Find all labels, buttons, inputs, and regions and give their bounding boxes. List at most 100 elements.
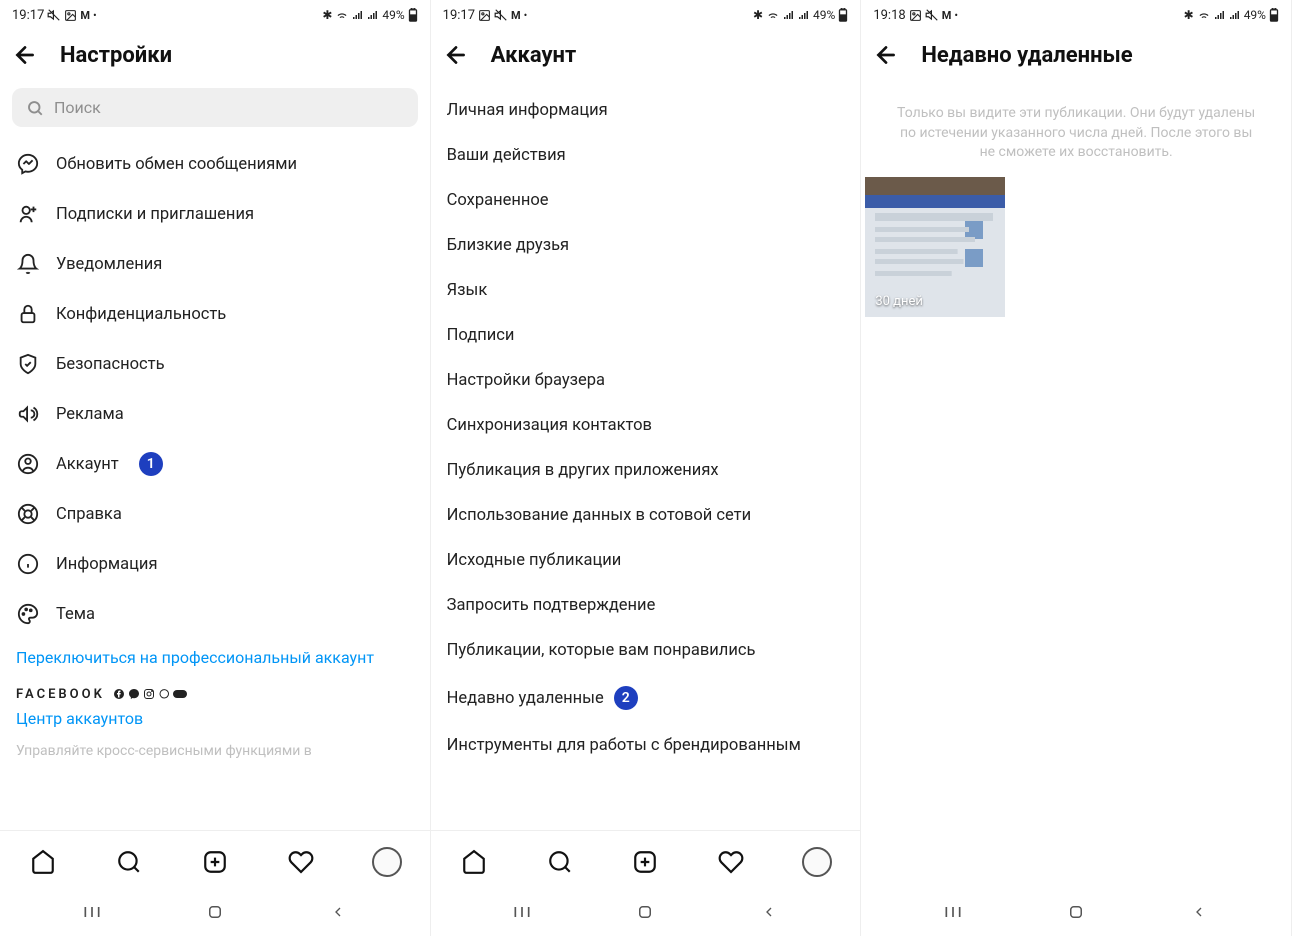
item-label: Реклама bbox=[56, 405, 124, 424]
item-label: Публикация в других приложениях bbox=[447, 461, 719, 480]
deleted-content: Только вы видите эти публикации. Они буд… bbox=[861, 88, 1291, 888]
account-item[interactable]: Синхронизация контактов bbox=[431, 403, 861, 448]
account-item[interactable]: Ваши действия bbox=[431, 133, 861, 178]
settings-item-help[interactable]: Справка bbox=[0, 489, 430, 539]
item-label: Подписи bbox=[447, 326, 515, 345]
item-label: Недавно удаленные bbox=[447, 689, 604, 708]
lock-icon bbox=[16, 302, 40, 326]
system-nav bbox=[431, 888, 861, 936]
sys-recent[interactable] bbox=[79, 899, 105, 925]
avatar-icon bbox=[802, 847, 832, 877]
battery-icon bbox=[1269, 8, 1279, 22]
item-label: Инструменты для работы с брендированным bbox=[447, 736, 801, 755]
more-icon: • bbox=[524, 9, 528, 22]
nav-search[interactable] bbox=[545, 847, 575, 877]
nav-profile[interactable] bbox=[802, 847, 832, 877]
sys-recent[interactable] bbox=[940, 899, 966, 925]
gmail-icon: M bbox=[80, 9, 90, 22]
item-label: Запросить подтверждение bbox=[447, 596, 656, 615]
back-button[interactable] bbox=[443, 42, 469, 68]
facebook-label: FACEBOOK bbox=[16, 687, 105, 702]
accounts-center-link[interactable]: Центр аккаунтов bbox=[0, 706, 430, 738]
bell-icon bbox=[16, 252, 40, 276]
sys-home[interactable] bbox=[1063, 899, 1089, 925]
account-item[interactable]: Запросить подтверждение bbox=[431, 583, 861, 628]
nav-activity[interactable] bbox=[716, 847, 746, 877]
deleted-thumbnail[interactable]: 30 дней bbox=[865, 177, 1005, 317]
switch-pro-link[interactable]: Переключиться на профессиональный аккаун… bbox=[0, 639, 430, 677]
item-label: Ваши действия bbox=[447, 146, 566, 165]
nav-add[interactable] bbox=[200, 847, 230, 877]
nav-activity[interactable] bbox=[286, 847, 316, 877]
info-icon bbox=[16, 552, 40, 576]
account-item[interactable]: Язык bbox=[431, 268, 861, 313]
account-item[interactable]: Исходные публикации bbox=[431, 538, 861, 583]
account-item[interactable]: Близкие друзья bbox=[431, 223, 861, 268]
sys-back[interactable] bbox=[325, 899, 351, 925]
status-time: 19:17 bbox=[443, 8, 475, 23]
item-label: Аккаунт bbox=[56, 455, 119, 474]
settings-item-follow[interactable]: Подписки и приглашения bbox=[0, 189, 430, 239]
account-item[interactable]: Публикации, которые вам понравились bbox=[431, 628, 861, 673]
item-label: Конфиденциальность bbox=[56, 305, 226, 324]
settings-item-security[interactable]: Безопасность bbox=[0, 339, 430, 389]
item-label: Публикации, которые вам понравились bbox=[447, 641, 756, 660]
account-item[interactable]: Подписи bbox=[431, 313, 861, 358]
step-badge-1: 1 bbox=[139, 452, 163, 476]
search-placeholder: Поиск bbox=[54, 98, 101, 117]
status-bar: 19:17 M • ✱ 49% bbox=[431, 0, 861, 26]
image-icon bbox=[909, 9, 922, 22]
back-button[interactable] bbox=[12, 42, 38, 68]
settings-item-messaging[interactable]: Обновить обмен сообщениями bbox=[0, 139, 430, 189]
wifi-icon bbox=[766, 8, 780, 22]
signal2-icon bbox=[367, 9, 379, 21]
settings-item-about[interactable]: Информация bbox=[0, 539, 430, 589]
sys-back[interactable] bbox=[756, 899, 782, 925]
settings-list: Обновить обмен сообщениями Подписки и пр… bbox=[0, 139, 430, 830]
nav-home[interactable] bbox=[459, 847, 489, 877]
settings-item-privacy[interactable]: Конфиденциальность bbox=[0, 289, 430, 339]
item-label: Близкие друзья bbox=[447, 236, 569, 255]
facebook-product-icons bbox=[113, 688, 187, 700]
nav-add[interactable] bbox=[630, 847, 660, 877]
item-label: Справка bbox=[56, 505, 122, 524]
item-label: Исходные публикации bbox=[447, 551, 622, 570]
palette-icon bbox=[16, 602, 40, 626]
account-item[interactable]: Недавно удаленные2 bbox=[431, 673, 861, 723]
account-list: Личная информация Ваши действия Сохраненно… bbox=[431, 88, 861, 830]
search-input[interactable]: Поиск bbox=[12, 88, 418, 127]
bluetooth-icon: ✱ bbox=[1184, 8, 1194, 22]
account-item[interactable]: Настройки браузера bbox=[431, 358, 861, 403]
sys-back[interactable] bbox=[1186, 899, 1212, 925]
screen-recently-deleted: 19:18 M • ✱ 49% Недавно удаленные Только… bbox=[861, 0, 1292, 936]
search-icon bbox=[26, 99, 44, 117]
item-label: Информация bbox=[56, 555, 158, 574]
back-button[interactable] bbox=[873, 42, 899, 68]
screen-account: 19:17 M • ✱ 49% Аккаунт Личная информаци… bbox=[431, 0, 862, 936]
bottom-nav bbox=[431, 830, 861, 888]
status-bar: 19:17 M • ✱ 49% bbox=[0, 0, 430, 26]
sys-home[interactable] bbox=[202, 899, 228, 925]
signal-icon bbox=[783, 9, 795, 21]
system-nav bbox=[0, 888, 430, 936]
account-item[interactable]: Личная информация bbox=[431, 88, 861, 133]
account-item[interactable]: Инструменты для работы с брендированным bbox=[431, 723, 861, 768]
nav-profile[interactable] bbox=[372, 847, 402, 877]
signal-icon bbox=[1214, 9, 1226, 21]
battery-text: 49% bbox=[1244, 8, 1266, 22]
more-icon: • bbox=[954, 9, 958, 22]
item-label: Обновить обмен сообщениями bbox=[56, 155, 297, 174]
account-item[interactable]: Сохраненное bbox=[431, 178, 861, 223]
account-item[interactable]: Использование данных в сотовой сети bbox=[431, 493, 861, 538]
nav-home[interactable] bbox=[28, 847, 58, 877]
nav-search[interactable] bbox=[114, 847, 144, 877]
sys-home[interactable] bbox=[632, 899, 658, 925]
settings-item-account[interactable]: Аккаунт 1 bbox=[0, 439, 430, 489]
settings-item-theme[interactable]: Тема bbox=[0, 589, 430, 639]
settings-item-notifications[interactable]: Уведомления bbox=[0, 239, 430, 289]
sys-recent[interactable] bbox=[509, 899, 535, 925]
settings-item-ads[interactable]: Реклама bbox=[0, 389, 430, 439]
account-item[interactable]: Публикация в других приложениях bbox=[431, 448, 861, 493]
item-label: Тема bbox=[56, 605, 95, 624]
signal2-icon bbox=[1229, 9, 1241, 21]
